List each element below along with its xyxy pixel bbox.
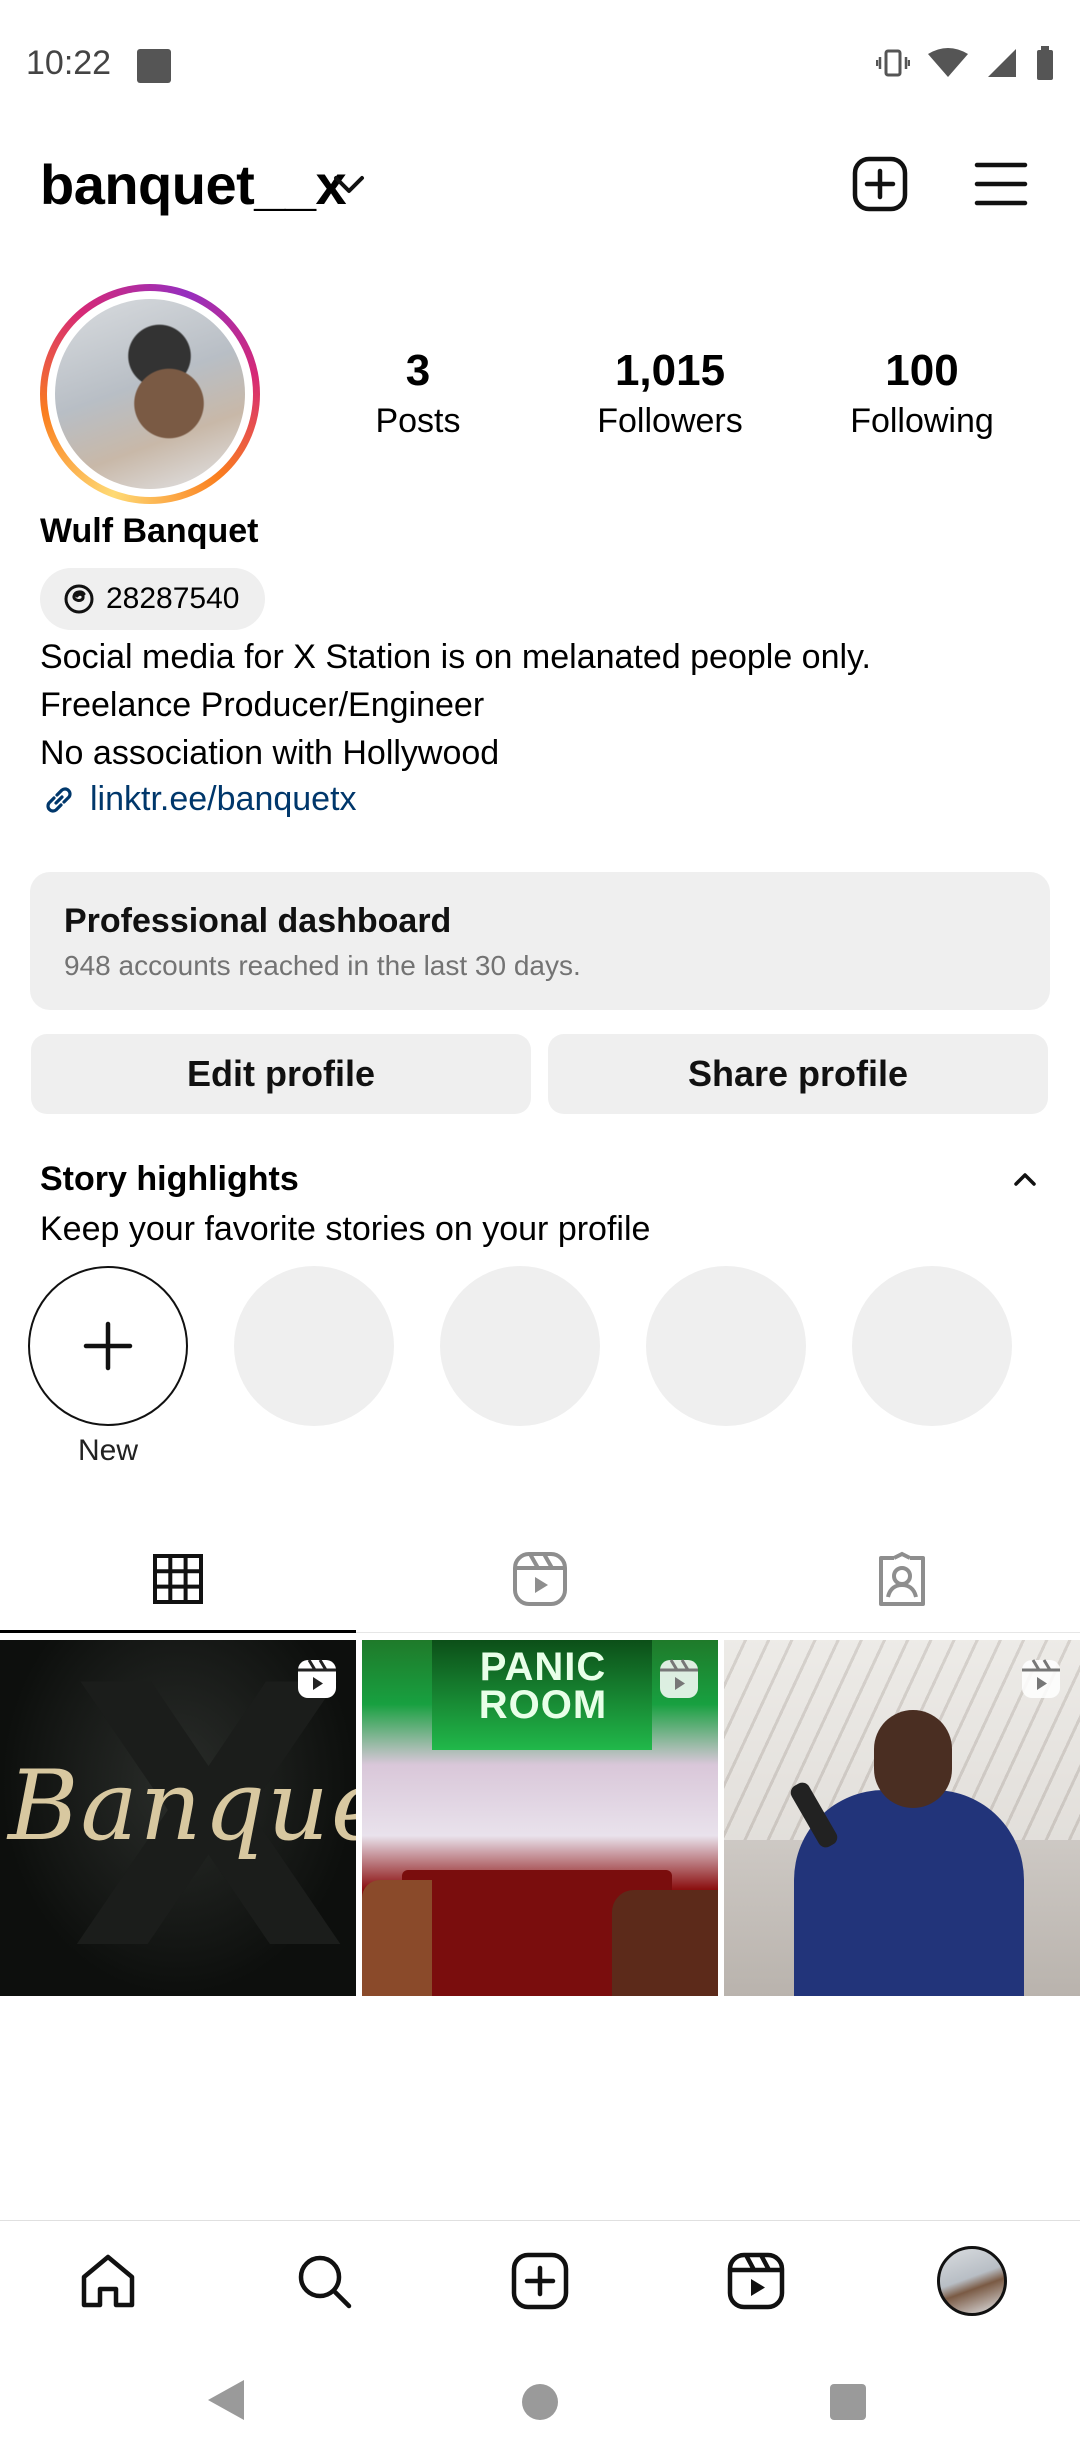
active-tab-indicator <box>0 1630 356 1633</box>
tab-tagged[interactable] <box>724 1524 1080 1634</box>
reels-icon <box>727 2252 785 2310</box>
stat-followers[interactable]: 1,015 Followers <box>560 346 780 441</box>
tab-reels[interactable] <box>362 1524 718 1634</box>
account-username[interactable]: banquet__x <box>40 152 347 217</box>
threads-badge[interactable]: 28287540 <box>40 568 266 630</box>
create-plus-icon[interactable] <box>852 156 908 212</box>
post-art-chair <box>362 1880 432 1996</box>
bio-line: No association with Hollywood <box>40 734 500 772</box>
dashboard-title: Professional dashboard <box>64 902 452 940</box>
highlight-placeholder <box>234 1266 394 1426</box>
reel-badge-icon <box>298 1659 336 1698</box>
avatar-ring-gap <box>47 291 253 497</box>
stat-following[interactable]: 100 Following <box>812 346 1032 441</box>
highlight-placeholder <box>852 1266 1012 1426</box>
professional-dashboard-card[interactable]: Professional dashboard 948 accounts reac… <box>30 872 1050 1010</box>
home-icon <box>81 2254 135 2308</box>
nav-search[interactable] <box>284 2246 364 2316</box>
dashboard-subtitle: 948 accounts reached in the last 30 days… <box>64 950 581 981</box>
stat-posts[interactable]: 3 Posts <box>308 346 528 441</box>
highlight-placeholder <box>646 1266 806 1426</box>
create-icon <box>511 2252 569 2310</box>
back-icon[interactable] <box>206 2378 246 2422</box>
tab-posts-grid[interactable] <box>0 1524 356 1634</box>
avatar-photo <box>55 299 245 489</box>
vibrate-icon <box>876 49 910 77</box>
profile-avatar-small <box>937 2246 1007 2316</box>
post-thumbnail[interactable]: X Banquet <box>0 1640 356 1996</box>
nav-profile[interactable] <box>932 2246 1012 2316</box>
status-icons <box>876 46 1054 80</box>
battery-icon <box>1037 46 1053 80</box>
nav-reels[interactable] <box>716 2246 796 2316</box>
notification-icon <box>137 49 171 83</box>
highlight-placeholder <box>440 1266 600 1426</box>
reels-icon <box>513 1552 567 1606</box>
reel-badge-icon <box>660 1659 698 1698</box>
signal-icon <box>988 49 1016 77</box>
following-label: Following <box>850 402 994 440</box>
link-icon <box>46 786 72 813</box>
tagged-icon <box>879 1551 925 1606</box>
threads-icon <box>64 584 94 614</box>
chevron-down-icon[interactable] <box>332 172 366 198</box>
new-highlight-label: New <box>77 1434 138 1467</box>
post-thumbnail[interactable] <box>724 1640 1080 1996</box>
chevron-up-icon[interactable] <box>1012 1168 1038 1190</box>
bio-link-text[interactable]: linktr.ee/banquetx <box>90 780 357 819</box>
edit-profile-button[interactable]: Edit profile <box>31 1034 531 1114</box>
plus-icon <box>83 1321 133 1371</box>
hamburger-menu-icon[interactable] <box>974 160 1028 208</box>
grid-icon <box>153 1554 203 1604</box>
post-art-chair <box>612 1890 718 1996</box>
new-highlight-button[interactable] <box>28 1266 188 1426</box>
wifi-icon <box>928 48 968 77</box>
post-art-head <box>874 1710 952 1808</box>
threads-id: 28287540 <box>106 582 240 615</box>
bottom-nav-divider <box>0 2220 1080 2221</box>
home-system-icon[interactable] <box>522 2384 558 2420</box>
post-thumbnail[interactable]: PANIC ROOM <box>362 1640 718 1996</box>
reel-badge-icon <box>1022 1659 1060 1698</box>
display-name: Wulf Banquet <box>40 512 259 550</box>
posts-count: 3 <box>405 346 431 395</box>
following-count: 100 <box>885 346 959 395</box>
share-profile-button[interactable]: Share profile <box>548 1034 1048 1114</box>
nav-create[interactable] <box>500 2246 580 2316</box>
posts-label: Posts <box>375 402 461 440</box>
followers-label: Followers <box>597 402 743 440</box>
followers-count: 1,015 <box>614 346 726 395</box>
post-art-text: Banquet <box>8 1750 356 1862</box>
highlights-subtitle: Keep your favorite stories on your profi… <box>40 1210 651 1248</box>
bio-line: Freelance Producer/Engineer <box>40 686 485 724</box>
recents-icon[interactable] <box>830 2384 866 2420</box>
bio-line: Social media for X Station is on melanat… <box>40 638 871 676</box>
highlights-title: Story highlights <box>40 1160 299 1198</box>
nav-home[interactable] <box>68 2246 148 2316</box>
bio-link[interactable]: linktr.ee/banquetx <box>40 780 357 819</box>
search-icon <box>298 2255 352 2309</box>
profile-avatar[interactable] <box>40 284 260 504</box>
post-art-banner: PANIC ROOM <box>478 1645 608 1727</box>
status-time: 10:22 <box>26 44 112 82</box>
